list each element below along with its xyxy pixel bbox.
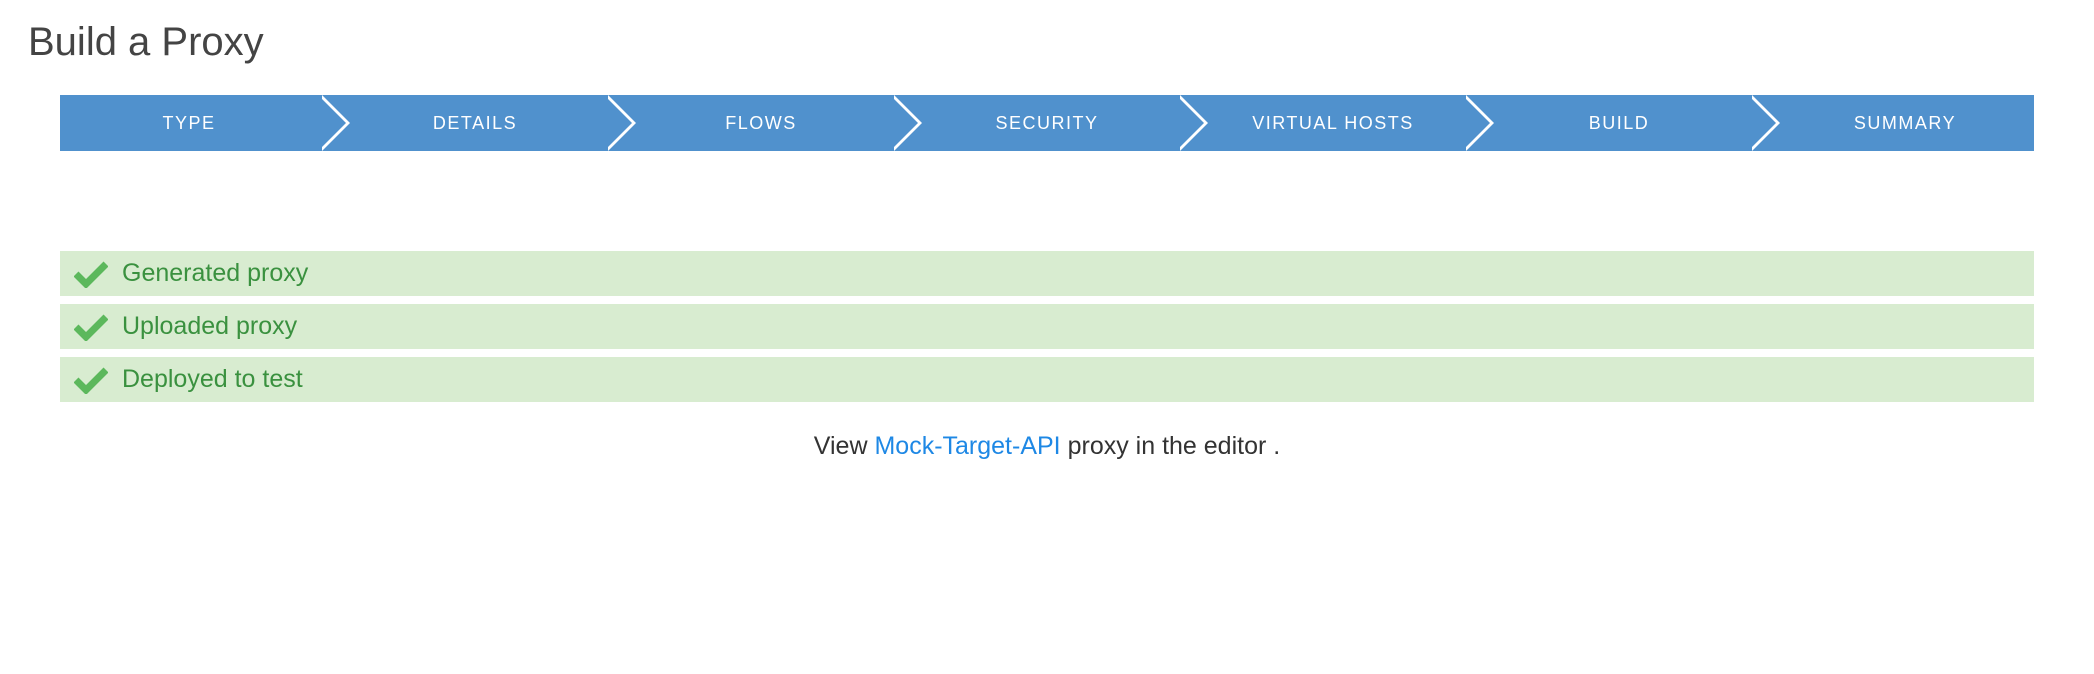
check-icon — [74, 366, 108, 394]
page-title: Build a Proxy — [28, 20, 2074, 65]
step-build[interactable]: BUILD — [1462, 95, 1748, 151]
status-text: Uploaded proxy — [122, 312, 297, 341]
step-details[interactable]: DETAILS — [318, 95, 604, 151]
footer-message: View Mock-Target-API proxy in the editor… — [20, 432, 2074, 461]
step-type[interactable]: TYPE — [60, 95, 318, 151]
status-text: Deployed to test — [122, 365, 303, 394]
step-security[interactable]: SECURITY — [890, 95, 1176, 151]
check-icon — [74, 260, 108, 288]
status-item: Deployed to test — [60, 357, 2034, 402]
step-label: SECURITY — [995, 113, 1098, 134]
wizard-steps: TYPE DETAILS FLOWS SECURITY VIRTUAL HOST… — [60, 95, 2034, 151]
status-item: Uploaded proxy — [60, 304, 2034, 349]
step-label: SUMMARY — [1854, 113, 1956, 134]
step-flows[interactable]: FLOWS — [604, 95, 890, 151]
step-label: BUILD — [1589, 113, 1650, 134]
step-label: FLOWS — [725, 113, 797, 134]
step-label: VIRTUAL HOSTS — [1252, 113, 1414, 134]
status-item: Generated proxy — [60, 251, 2034, 296]
check-icon — [74, 313, 108, 341]
footer-prefix: View — [814, 432, 875, 460]
proxy-link[interactable]: Mock-Target-API — [874, 432, 1060, 460]
step-summary[interactable]: SUMMARY — [1748, 95, 2034, 151]
step-label: DETAILS — [433, 113, 517, 134]
step-virtual-hosts[interactable]: VIRTUAL HOSTS — [1176, 95, 1462, 151]
step-label: TYPE — [162, 113, 215, 134]
status-text: Generated proxy — [122, 259, 308, 288]
status-list: Generated proxy Uploaded proxy Deployed … — [60, 251, 2034, 402]
footer-suffix: proxy in the editor . — [1061, 432, 1281, 460]
